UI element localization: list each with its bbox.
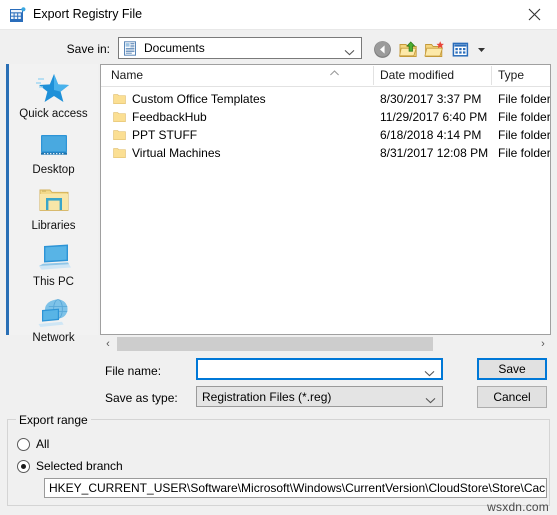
cancel-button[interactable]: Cancel [477, 386, 547, 408]
scroll-right-icon[interactable]: › [535, 336, 551, 352]
column-header-type[interactable]: Type [498, 68, 524, 82]
sort-ascending-icon [329, 65, 340, 76]
file-name-label: File name: [105, 364, 162, 378]
save-as-type-combobox[interactable]: Registration Files (*.reg) [196, 386, 443, 407]
file-name: PPT STUFF [132, 128, 198, 142]
documents-folder-icon [123, 41, 137, 56]
export-registry-file-dialog: Export Registry File Save in: Documents [0, 0, 557, 515]
file-name-input[interactable] [196, 358, 443, 380]
file-type: File folder [498, 110, 551, 124]
column-header-name[interactable]: Name [111, 68, 143, 82]
file-name: Custom Office Templates [132, 92, 266, 106]
chevron-down-icon[interactable] [344, 45, 355, 59]
sidebar-item-label: Network [32, 332, 75, 344]
sidebar-item-label: Quick access [19, 108, 88, 120]
table-row[interactable]: Virtual Machines 8/31/2017 12:08 PM File… [101, 145, 550, 162]
file-date: 8/30/2017 3:37 PM [380, 92, 482, 106]
new-folder-icon[interactable] [424, 39, 445, 60]
folder-icon [113, 93, 126, 105]
radio-mark-unchecked[interactable] [17, 437, 30, 451]
sidebar-item-libraries[interactable]: Libraries [9, 182, 98, 232]
column-header-date-modified[interactable]: Date modified [380, 68, 454, 82]
sidebar-item-network[interactable]: Network [9, 294, 98, 344]
file-list[interactable]: Name Date modified Type Custom Office Te… [100, 64, 551, 335]
radio-export-all[interactable]: All [17, 437, 49, 451]
file-type: File folder [498, 128, 551, 142]
sidebar-item-desktop[interactable]: Desktop [9, 126, 98, 176]
radio-export-selected-branch[interactable]: Selected branch [17, 459, 123, 473]
watermark: wsxdn.com [487, 500, 549, 514]
radio-label: All [36, 437, 50, 451]
window-title: Export Registry File [33, 7, 143, 21]
scrollbar-thumb[interactable] [117, 337, 433, 351]
save-as-type-label: Save as type: [105, 391, 178, 405]
export-range-label: Export range [16, 413, 91, 427]
dropdown-arrow-icon[interactable] [476, 39, 487, 60]
folder-icon [113, 147, 126, 159]
sidebar-item-quick-access[interactable]: Quick access [9, 70, 98, 120]
file-date: 11/29/2017 6:40 PM [380, 110, 488, 124]
file-type: File folder [498, 146, 551, 160]
file-type: File folder [498, 92, 551, 106]
scroll-left-icon[interactable]: ‹ [100, 336, 116, 352]
branch-path-value: HKEY_CURRENT_USER\Software\Microsoft\Win… [49, 481, 547, 495]
sidebar-item-label: This PC [33, 276, 74, 288]
chevron-down-icon[interactable] [425, 393, 436, 407]
column-separator[interactable] [373, 66, 374, 85]
file-name: Virtual Machines [132, 146, 221, 160]
folder-icon [113, 111, 126, 123]
horizontal-scrollbar[interactable]: ‹ › [100, 336, 551, 352]
save-button[interactable]: Save [477, 358, 547, 380]
file-date: 6/18/2018 4:14 PM [380, 128, 482, 142]
up-folder-icon[interactable] [398, 39, 419, 60]
file-date: 8/31/2017 12:08 PM [380, 146, 489, 160]
registry-editor-icon [9, 7, 26, 24]
branch-path-input[interactable]: HKEY_CURRENT_USER\Software\Microsoft\Win… [44, 478, 547, 498]
sidebar-item-label: Desktop [32, 164, 75, 176]
libraries-folder-icon [9, 182, 98, 218]
title-bar: Export Registry File [0, 0, 557, 30]
chevron-down-icon[interactable] [424, 366, 435, 380]
desktop-icon [9, 126, 98, 162]
sidebar-item-label: Libraries [31, 220, 76, 232]
save-in-label: Save in: [66, 42, 110, 56]
folder-icon [113, 129, 126, 141]
save-as-type-value: Registration Files (*.reg) [202, 390, 332, 404]
network-globe-icon [9, 294, 98, 330]
quick-access-star-icon [9, 70, 98, 106]
radio-label: Selected branch [36, 459, 123, 473]
save-in-combobox[interactable]: Documents [118, 37, 362, 59]
file-name: FeedbackHub [132, 110, 207, 124]
sidebar-item-this-pc[interactable]: This PC [9, 238, 98, 288]
save-in-value: Documents [144, 41, 205, 55]
dialog-toolbar [372, 38, 487, 60]
table-row[interactable]: FeedbackHub 11/29/2017 6:40 PM File fold… [101, 109, 550, 126]
radio-mark-checked[interactable] [17, 459, 30, 473]
column-separator[interactable] [491, 66, 492, 85]
back-arrow-icon[interactable] [372, 39, 393, 60]
places-bar: Quick access Desktop Libraries This PC N… [6, 64, 98, 344]
file-list-header: Name Date modified Type [101, 65, 550, 87]
table-row[interactable]: PPT STUFF 6/18/2018 4:14 PM File folder [101, 127, 550, 144]
close-icon[interactable] [512, 0, 557, 29]
views-icon[interactable] [450, 39, 471, 60]
this-pc-monitor-icon [9, 238, 98, 274]
table-row[interactable]: Custom Office Templates 8/30/2017 3:37 P… [101, 91, 550, 108]
